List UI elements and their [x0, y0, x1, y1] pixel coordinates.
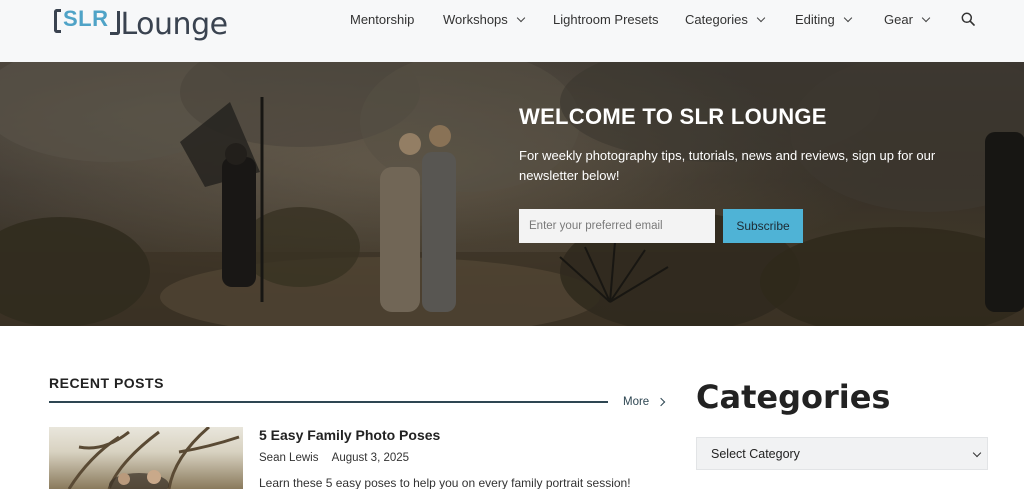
section-divider [49, 401, 608, 403]
post-date: August 3, 2025 [331, 452, 410, 464]
nav-item-workshops[interactable]: Workshops [443, 12, 526, 27]
chevron-down-icon [972, 448, 982, 458]
post-excerpt: Learn these 5 easy poses to help you on … [259, 476, 631, 489]
main-nav: Mentorship Workshops Lightroom Presets C… [0, 0, 1024, 40]
post-author[interactable]: Sean Lewis [259, 452, 318, 464]
post-thumbnail[interactable] [49, 427, 243, 489]
chevron-down-icon [843, 13, 852, 22]
nav-item-mentorship[interactable]: Mentorship [350, 12, 414, 27]
chevron-down-icon [921, 13, 931, 22]
nav-item-gear[interactable]: Gear [884, 12, 931, 27]
chevron-right-icon [656, 397, 666, 407]
nav-item-label: Mentorship [350, 12, 415, 27]
hero-banner: WELCOME TO SLR LOUNGE For weekly photogr… [0, 62, 1024, 326]
hero-title: WELCOME TO SLR LOUNGE [519, 104, 827, 129]
nav-item-label: Gear [884, 12, 913, 27]
chevron-down-icon [516, 13, 526, 22]
category-select[interactable]: Select Category [696, 437, 988, 470]
more-label: More [623, 396, 650, 408]
nav-item-editing[interactable]: Editing [795, 12, 852, 27]
category-select-value: Select Category [711, 446, 800, 461]
nav-item-lightroom-presets[interactable]: Lightroom Presets [553, 12, 659, 27]
nav-item-label: Lightroom Presets [553, 12, 659, 27]
search-icon[interactable] [961, 12, 975, 26]
post-title-link[interactable]: 5 Easy Family Photo Poses [259, 427, 440, 443]
nav-item-label: Categories [685, 12, 748, 27]
nav-item-label: Editing [795, 12, 835, 27]
more-posts-link[interactable]: More [623, 396, 666, 408]
chevron-down-icon [756, 13, 766, 22]
nav-item-label: Workshops [443, 12, 508, 27]
newsletter-email-input[interactable] [519, 209, 715, 243]
post-thumbnail-photo [67, 427, 240, 489]
subscribe-button[interactable]: Subscribe [723, 209, 803, 243]
post-meta: Sean Lewis August 3, 2025 [259, 452, 409, 464]
nav-item-categories[interactable]: Categories [685, 12, 766, 27]
hero-subtitle: For weekly photography tips, tutorials, … [519, 148, 936, 183]
recent-posts-heading: RECENT POSTS [49, 375, 164, 391]
hero-overlay [0, 62, 1024, 326]
site-header: SLR Lounge Mentorship Workshops Lightroo… [0, 0, 1024, 62]
categories-heading: Categories [696, 378, 891, 416]
